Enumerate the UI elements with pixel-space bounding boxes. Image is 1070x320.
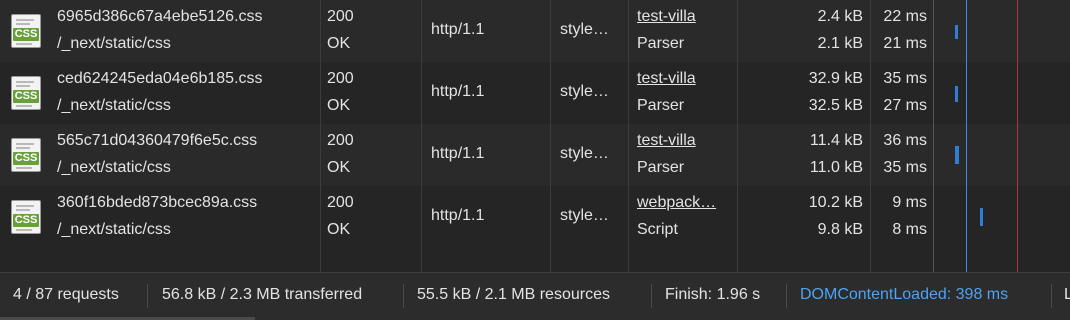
empty-table-space (0, 250, 1070, 272)
transfer-size: 32.9 kB (808, 70, 863, 87)
finish-time: Finish: 1.96 s (665, 286, 761, 303)
css-file-icon: CSS (11, 138, 41, 172)
initiator-link[interactable]: test-villa (637, 8, 696, 26)
request-path: /_next/static/css (57, 97, 171, 114)
status-code: 200 (327, 70, 354, 87)
request-path: /_next/static/css (57, 159, 171, 176)
column-divider (737, 0, 738, 272)
protocol: http/1.1 (431, 145, 485, 162)
table-row[interactable]: CSS 6965d386c67a4ebe5126.css /_next/stat… (0, 0, 1070, 62)
css-file-icon: CSS (11, 14, 41, 48)
table-row[interactable]: CSS ced624245eda04e6b185.css /_next/stat… (0, 62, 1070, 124)
css-file-icon: CSS (11, 200, 41, 234)
status-divider (403, 284, 404, 308)
resource-type: style… (560, 83, 609, 100)
css-file-icon: CSS (11, 76, 41, 110)
network-request-table: CSS 6965d386c67a4ebe5126.css /_next/stat… (0, 0, 1070, 272)
table-row[interactable]: CSS 360f16bded873bcec89a.css /_next/stat… (0, 186, 1070, 248)
status-code: 200 (327, 8, 354, 25)
status-text: OK (327, 159, 351, 176)
transfer-size: 10.2 kB (808, 194, 863, 211)
dom-content-loaded-marker (966, 0, 967, 272)
request-path: /_next/static/css (57, 35, 171, 52)
protocol: http/1.1 (431, 207, 485, 224)
transferred-size: 56.8 kB / 2.3 MB transferred (162, 286, 363, 303)
status-code: 200 (327, 194, 354, 211)
transfer-size: 2.4 kB (817, 8, 863, 25)
status-text: OK (327, 221, 351, 238)
waterfall-bar (955, 86, 958, 102)
resource-size: 11.0 kB (809, 159, 863, 176)
table-row[interactable]: CSS 565c71d04360479f6e5c.css /_next/stat… (0, 124, 1070, 186)
status-divider (1051, 284, 1052, 308)
resource-type: style… (560, 207, 609, 224)
resource-size: 32.5 kB (808, 97, 863, 114)
waterfall-bar (955, 146, 959, 164)
resource-type: style… (560, 21, 609, 38)
column-divider (628, 0, 629, 272)
waterfall-bar (980, 208, 983, 226)
resource-size: 2.1 kB (817, 35, 863, 52)
waterfall-divider (933, 0, 934, 272)
status-text: OK (327, 97, 351, 114)
load-time-truncated: L (1064, 286, 1070, 303)
initiator-type: Parser (637, 35, 685, 52)
resource-size: 9.8 kB (817, 221, 863, 238)
resources-size: 55.5 kB / 2.1 MB resources (417, 286, 610, 303)
initiator-type: Parser (637, 97, 685, 114)
status-code: 200 (327, 132, 354, 149)
resource-type: style… (560, 145, 609, 162)
protocol: http/1.1 (431, 21, 485, 38)
request-name: 565c71d04360479f6e5c.css (57, 132, 258, 149)
initiator-type: Parser (637, 159, 685, 176)
request-name: 6965d386c67a4ebe5126.css (57, 8, 263, 25)
request-name: 360f16bded873bcec89a.css (57, 194, 258, 211)
request-name: ced624245eda04e6b185.css (57, 70, 263, 87)
dom-content-loaded-time: DOMContentLoaded: 398 ms (800, 286, 1009, 303)
column-divider (870, 0, 871, 272)
status-text: OK (327, 35, 351, 52)
waterfall-bar (955, 25, 958, 39)
transfer-size: 11.4 kB (809, 132, 863, 149)
status-divider (651, 284, 652, 308)
column-divider (550, 0, 551, 272)
status-divider (147, 284, 148, 308)
initiator-link[interactable]: webpack… (637, 194, 716, 212)
request-path: /_next/static/css (57, 221, 171, 238)
network-status-bar: 4 / 87 requests 56.8 kB / 2.3 MB transfe… (0, 272, 1070, 320)
load-event-marker (1017, 0, 1018, 272)
request-count: 4 / 87 requests (13, 286, 119, 303)
initiator-link[interactable]: test-villa (637, 70, 696, 88)
column-divider (320, 0, 321, 272)
initiator-link[interactable]: test-villa (637, 132, 696, 150)
initiator-type: Script (637, 221, 678, 238)
status-divider (786, 284, 787, 308)
protocol: http/1.1 (431, 83, 485, 100)
column-divider (421, 0, 422, 272)
